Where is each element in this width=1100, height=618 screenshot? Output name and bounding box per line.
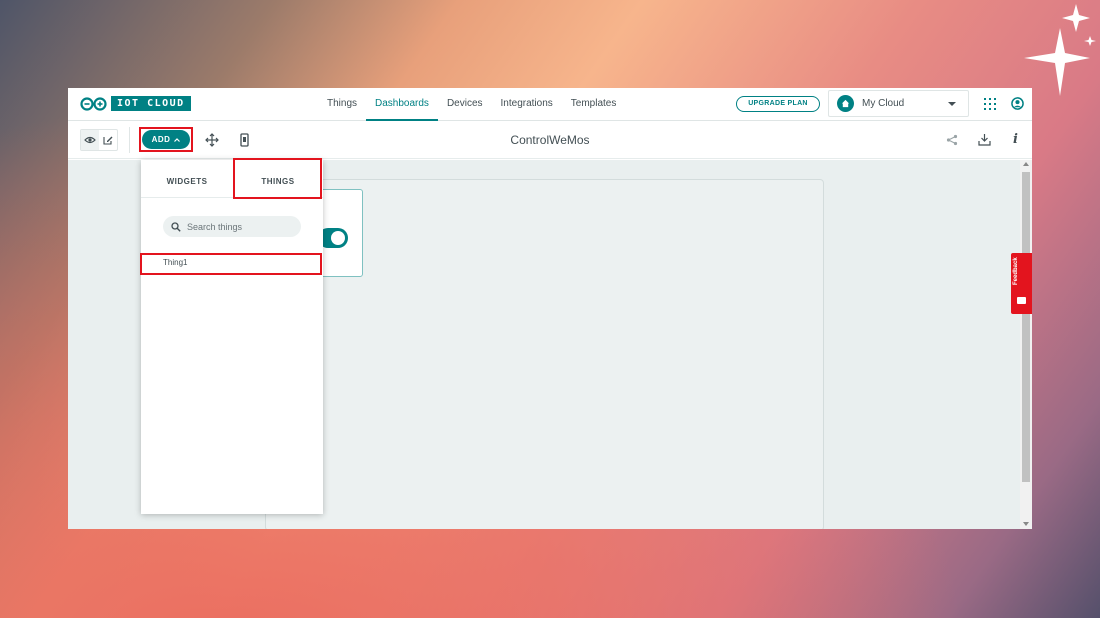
logo-text: IOT CLOUD <box>111 96 191 111</box>
add-dropdown-panel: WIDGETS THINGS Thing1 <box>140 158 323 514</box>
nav-integrations[interactable]: Integrations <box>492 88 562 121</box>
search-icon <box>171 221 181 232</box>
upgrade-plan-button[interactable]: UPGRADE PLAN <box>736 96 820 112</box>
search-things-input[interactable] <box>187 221 287 232</box>
top-navigation: IOT CLOUD Things Dashboards Devices Inte… <box>68 88 1032 121</box>
share-icon[interactable] <box>946 134 958 146</box>
space-selector[interactable]: My Cloud <box>828 90 969 117</box>
nav-devices[interactable]: Devices <box>438 88 492 121</box>
dashboard-toolbar: ADD ControlWeMos i <box>68 121 1032 159</box>
nav-templates[interactable]: Templates <box>562 88 626 121</box>
iot-cloud-logo[interactable]: IOT CLOUD <box>80 96 191 111</box>
panel-tabs: WIDGETS THINGS <box>141 160 323 198</box>
home-icon <box>837 95 854 112</box>
apps-grid-icon[interactable] <box>984 98 996 110</box>
download-icon[interactable] <box>978 133 991 146</box>
scroll-down-icon[interactable] <box>1023 522 1029 526</box>
feedback-icon <box>1017 297 1026 304</box>
info-icon[interactable]: i <box>1013 132 1018 147</box>
tab-things[interactable]: THINGS <box>233 160 323 198</box>
nav-dashboards[interactable]: Dashboards <box>366 88 438 121</box>
feedback-label: Feedback <box>1013 257 1019 285</box>
arduino-logo-icon <box>80 96 107 111</box>
vertical-scrollbar[interactable] <box>1020 160 1032 529</box>
user-icon[interactable] <box>1011 97 1024 110</box>
sparkle-icon <box>1024 4 1096 96</box>
caret-down-icon <box>948 102 956 106</box>
feedback-button[interactable]: Feedback <box>1011 253 1032 314</box>
nav-things[interactable]: Things <box>318 88 366 121</box>
scroll-thumb[interactable] <box>1022 172 1030 482</box>
browser-window: IOT CLOUD Things Dashboards Devices Inte… <box>68 88 1032 529</box>
tab-widgets[interactable]: WIDGETS <box>141 160 233 198</box>
dashboard-title: ControlWeMos <box>510 133 590 147</box>
scroll-up-icon[interactable] <box>1023 162 1029 166</box>
search-things-field[interactable] <box>163 216 301 237</box>
list-item[interactable]: Thing1 <box>141 254 323 274</box>
space-selector-label: My Cloud <box>862 98 905 109</box>
main-nav: Things Dashboards Devices Integrations T… <box>318 88 625 121</box>
